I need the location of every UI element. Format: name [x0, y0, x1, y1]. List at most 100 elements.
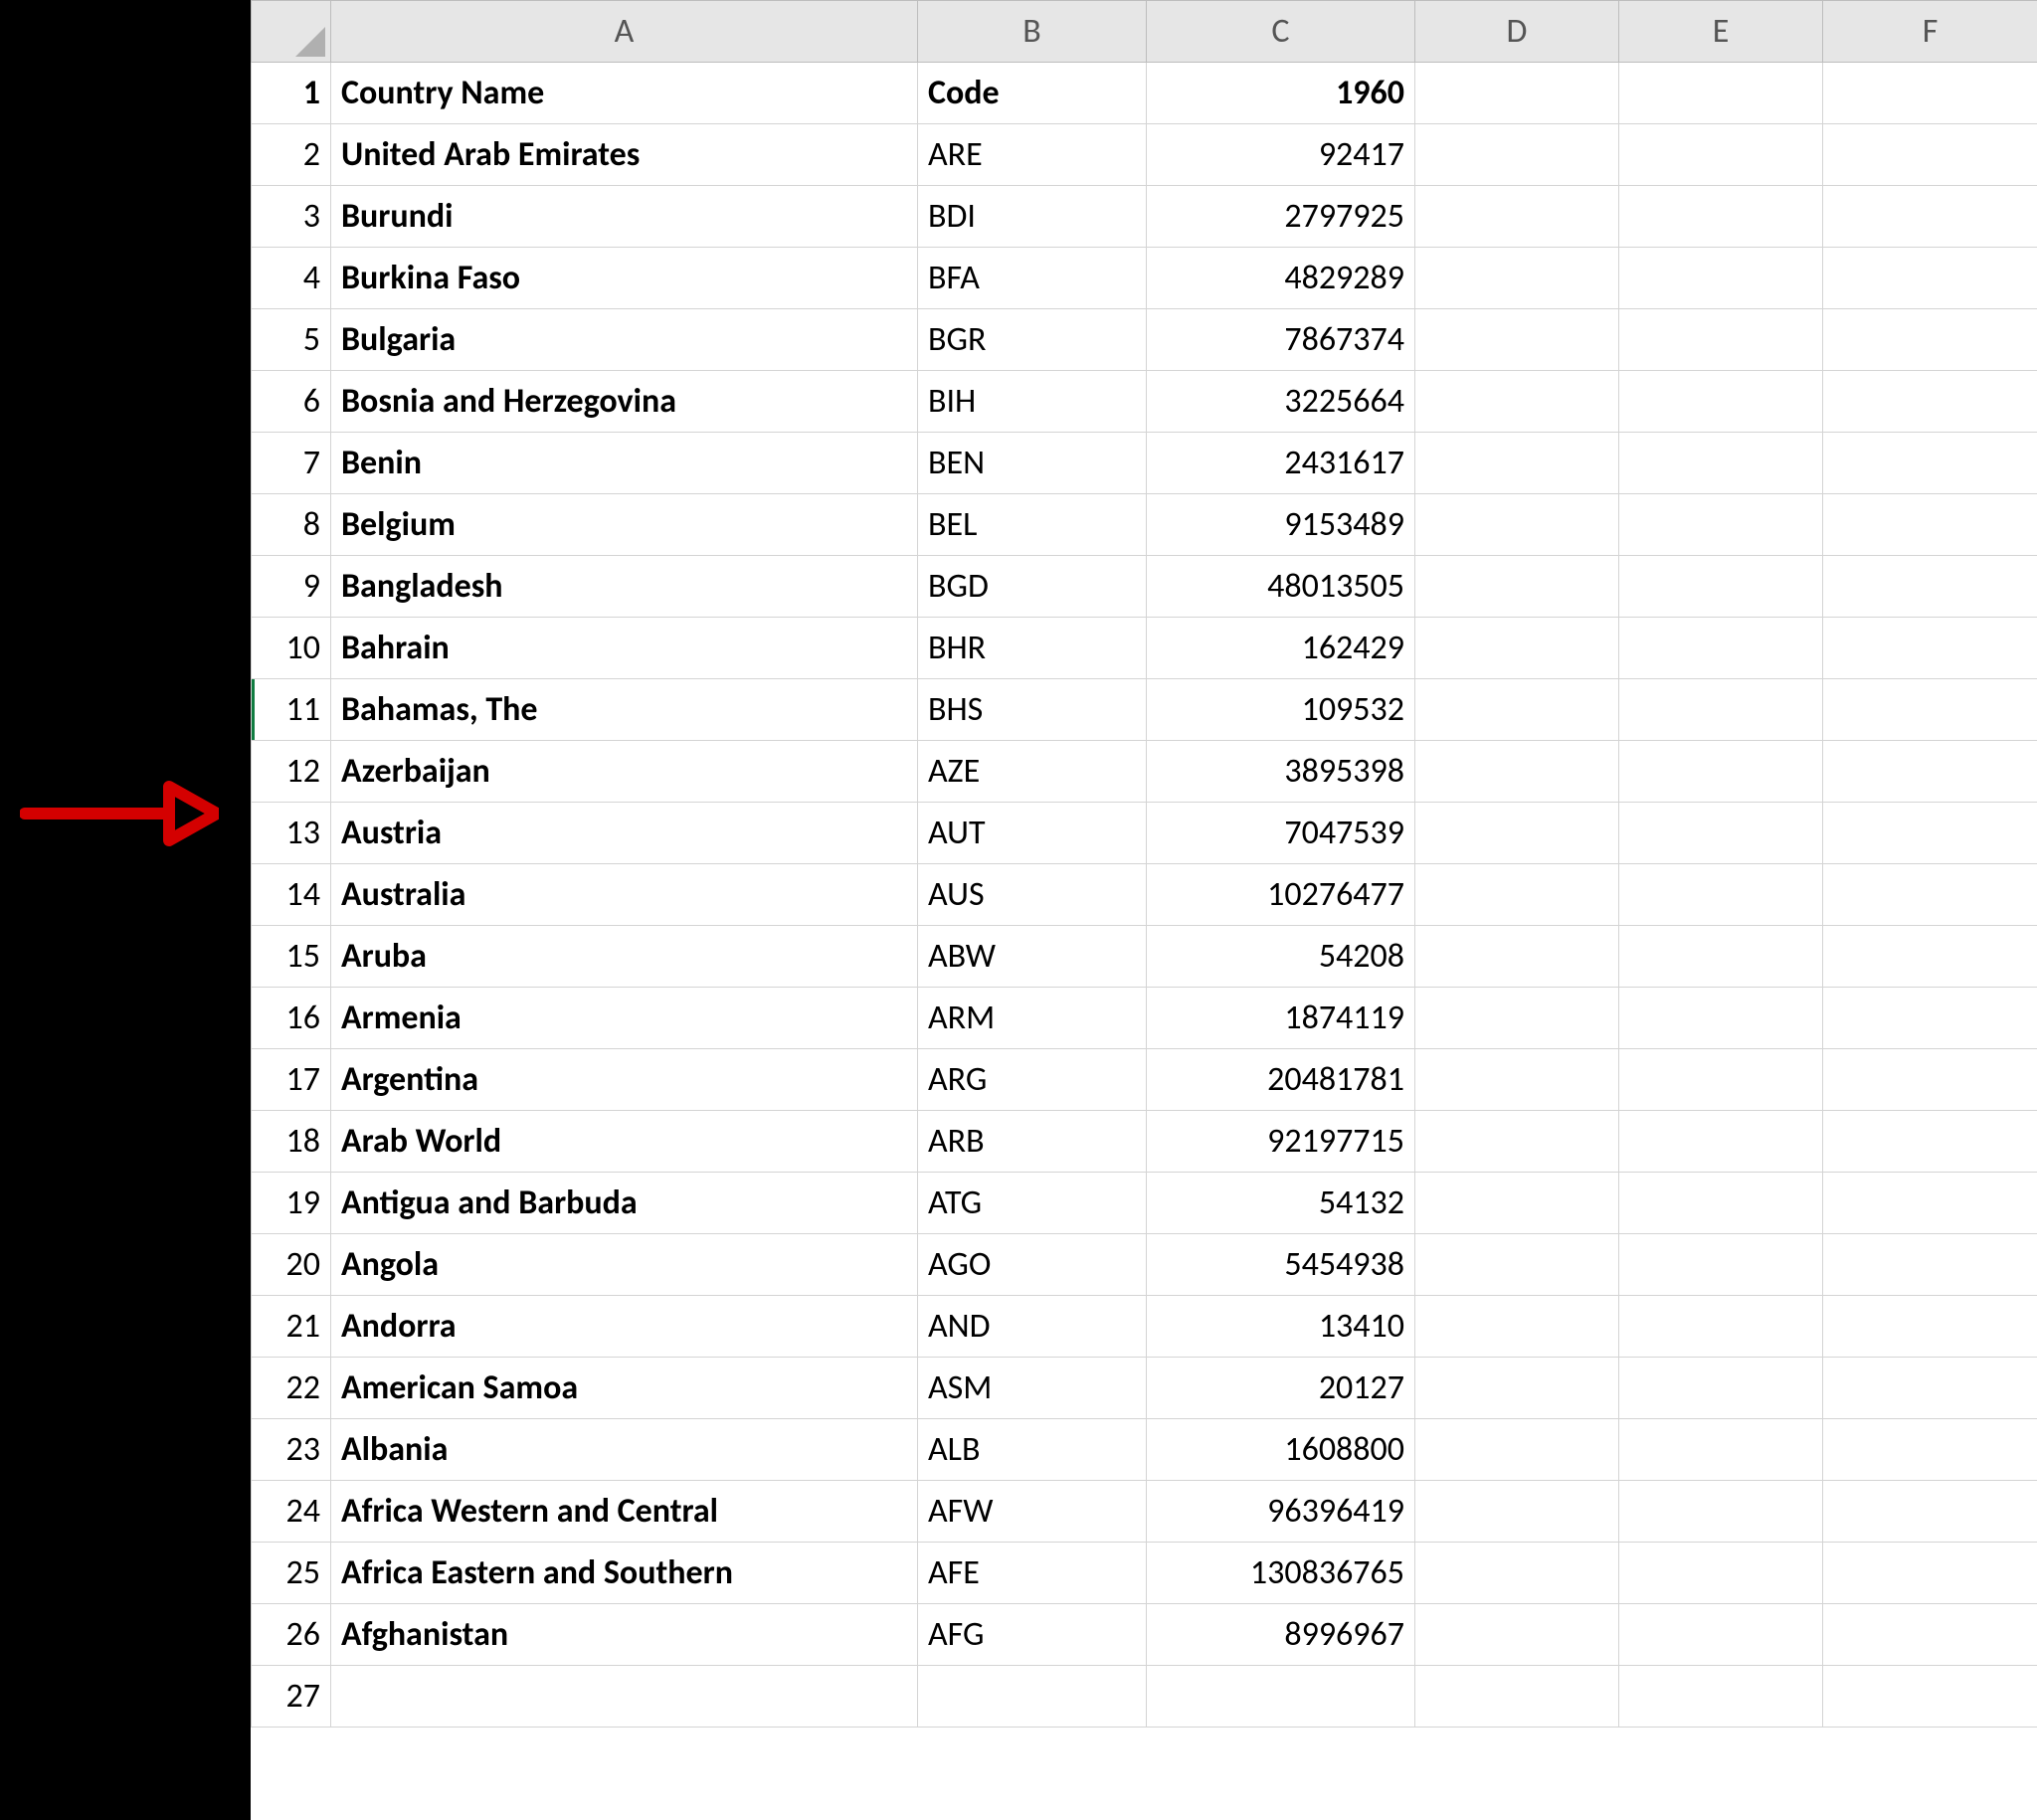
row-header[interactable]: 6 — [252, 371, 331, 433]
row-header[interactable]: 26 — [252, 1604, 331, 1666]
row-header[interactable]: 18 — [252, 1111, 331, 1173]
cell[interactable]: Austria — [331, 803, 918, 864]
row-header[interactable]: 1 — [252, 63, 331, 124]
row-header[interactable]: 11 — [252, 679, 331, 741]
cell[interactable]: Azerbaijan — [331, 741, 918, 803]
cell[interactable]: AZE — [918, 741, 1147, 803]
cell[interactable] — [1823, 124, 2037, 186]
row-header[interactable]: 3 — [252, 186, 331, 248]
table-row[interactable]: 14AustraliaAUS10276477 — [252, 864, 2037, 926]
cell[interactable] — [1823, 1173, 2037, 1234]
cell[interactable] — [1415, 1173, 1619, 1234]
table-row[interactable]: 7BeninBEN2431617 — [252, 433, 2037, 494]
cell[interactable] — [1415, 1234, 1619, 1296]
cell[interactable] — [1619, 618, 1823, 679]
cell[interactable] — [1619, 1543, 1823, 1604]
cell[interactable] — [1823, 63, 2037, 124]
row-header[interactable]: 17 — [252, 1049, 331, 1111]
cell[interactable]: Afghanistan — [331, 1604, 918, 1666]
row-header[interactable]: 4 — [252, 248, 331, 309]
cell[interactable]: Bangladesh — [331, 556, 918, 618]
cell[interactable] — [1619, 494, 1823, 556]
cell[interactable]: 130836765 — [1147, 1543, 1415, 1604]
cell[interactable]: Bahrain — [331, 618, 918, 679]
cell[interactable]: ARE — [918, 124, 1147, 186]
column-header-B[interactable]: B — [918, 1, 1147, 63]
row-header[interactable]: 24 — [252, 1481, 331, 1543]
cell[interactable]: AUT — [918, 803, 1147, 864]
cell[interactable] — [1415, 803, 1619, 864]
cell[interactable]: Arab World — [331, 1111, 918, 1173]
cell[interactable] — [331, 1666, 918, 1728]
cell[interactable]: Argentina — [331, 1049, 918, 1111]
cell[interactable]: 1874119 — [1147, 988, 1415, 1049]
column-header-A[interactable]: A — [331, 1, 918, 63]
cell[interactable] — [1823, 926, 2037, 988]
cell[interactable] — [1823, 1481, 2037, 1543]
cell[interactable] — [1415, 988, 1619, 1049]
cell[interactable]: Albania — [331, 1419, 918, 1481]
row-header[interactable]: 7 — [252, 433, 331, 494]
cell[interactable] — [1823, 1419, 2037, 1481]
cell[interactable] — [1823, 1234, 2037, 1296]
cell[interactable]: 13410 — [1147, 1296, 1415, 1358]
cell[interactable] — [1415, 926, 1619, 988]
table-row[interactable]: 10BahrainBHR162429 — [252, 618, 2037, 679]
cell[interactable]: AFG — [918, 1604, 1147, 1666]
cell[interactable] — [918, 1666, 1147, 1728]
cell[interactable] — [1619, 124, 1823, 186]
row-header[interactable]: 21 — [252, 1296, 331, 1358]
row-header[interactable]: 10 — [252, 618, 331, 679]
cell[interactable] — [1415, 556, 1619, 618]
cell[interactable]: 54208 — [1147, 926, 1415, 988]
cell[interactable]: American Samoa — [331, 1358, 918, 1419]
cell[interactable] — [1619, 1049, 1823, 1111]
row-header[interactable]: 27 — [252, 1666, 331, 1728]
table-row[interactable]: 15ArubaABW54208 — [252, 926, 2037, 988]
cell[interactable]: Bahamas, The — [331, 679, 918, 741]
cell[interactable] — [1619, 926, 1823, 988]
cell[interactable] — [1823, 556, 2037, 618]
cell[interactable] — [1415, 1296, 1619, 1358]
cell[interactable] — [1415, 433, 1619, 494]
select-all-corner[interactable] — [252, 1, 331, 63]
cell[interactable]: 20481781 — [1147, 1049, 1415, 1111]
row-header[interactable]: 25 — [252, 1543, 331, 1604]
table-row[interactable]: 3BurundiBDI2797925 — [252, 186, 2037, 248]
cell[interactable]: Armenia — [331, 988, 918, 1049]
table-row[interactable]: 20AngolaAGO5454938 — [252, 1234, 2037, 1296]
spreadsheet[interactable]: A B C D E F 1Country NameCode19602United… — [251, 0, 2037, 1820]
cell[interactable] — [1415, 186, 1619, 248]
cell[interactable]: Burkina Faso — [331, 248, 918, 309]
table-row[interactable]: 25Africa Eastern and SouthernAFE13083676… — [252, 1543, 2037, 1604]
row-header[interactable]: 16 — [252, 988, 331, 1049]
table-row[interactable]: 16ArmeniaARM1874119 — [252, 988, 2037, 1049]
row-header[interactable]: 23 — [252, 1419, 331, 1481]
cell[interactable]: 10276477 — [1147, 864, 1415, 926]
cell[interactable] — [1415, 741, 1619, 803]
cell[interactable] — [1415, 1481, 1619, 1543]
cell[interactable] — [1823, 1111, 2037, 1173]
table-row[interactable]: 24Africa Western and CentralAFW96396419 — [252, 1481, 2037, 1543]
row-header[interactable]: 9 — [252, 556, 331, 618]
cell[interactable] — [1415, 864, 1619, 926]
cell[interactable]: 3225664 — [1147, 371, 1415, 433]
table-row[interactable]: 18Arab WorldARB92197715 — [252, 1111, 2037, 1173]
table-row[interactable]: 19Antigua and BarbudaATG54132 — [252, 1173, 2037, 1234]
cell[interactable]: Andorra — [331, 1296, 918, 1358]
cell[interactable]: 48013505 — [1147, 556, 1415, 618]
table-row[interactable]: 11Bahamas, TheBHS109532 — [252, 679, 2037, 741]
cell[interactable]: 92417 — [1147, 124, 1415, 186]
table-row[interactable]: 4Burkina FasoBFA4829289 — [252, 248, 2037, 309]
cell[interactable] — [1619, 248, 1823, 309]
cell[interactable] — [1823, 1296, 2037, 1358]
cell[interactable]: AFE — [918, 1543, 1147, 1604]
cell[interactable]: 5454938 — [1147, 1234, 1415, 1296]
cell[interactable] — [1823, 679, 2037, 741]
cell[interactable] — [1147, 1666, 1415, 1728]
row-header[interactable]: 13 — [252, 803, 331, 864]
cell[interactable]: Australia — [331, 864, 918, 926]
cell[interactable] — [1619, 1296, 1823, 1358]
cell[interactable] — [1415, 371, 1619, 433]
cell[interactable] — [1415, 1604, 1619, 1666]
